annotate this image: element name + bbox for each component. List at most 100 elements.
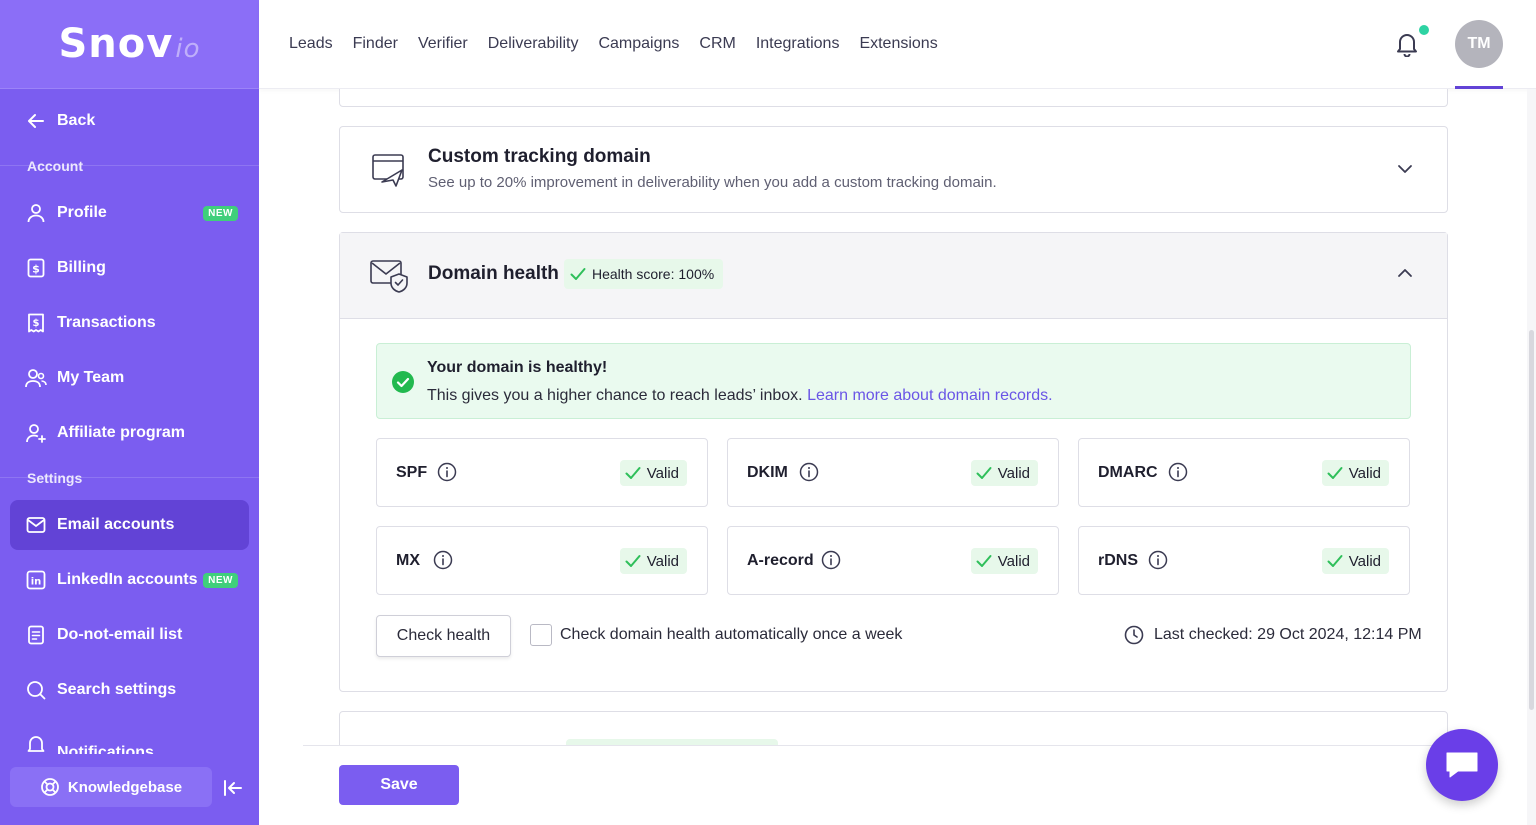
snov-logo[interactable]: Snovio: [59, 21, 201, 67]
record-name: rDNS: [1098, 552, 1139, 569]
notifications-bell-icon[interactable]: [1395, 31, 1419, 58]
check-circle-icon: [392, 371, 414, 393]
status-badge: Valid: [1321, 548, 1389, 574]
top-nav-links: Leads Finder Verifier Deliverability Cam…: [289, 35, 938, 53]
custom-tracking-domain-card[interactable]: Custom tracking domain See up to 20% imp…: [339, 126, 1448, 213]
info-icon[interactable]: [821, 550, 841, 570]
health-score-label: Health score: 100%: [592, 266, 715, 282]
nav-leads[interactable]: Leads: [289, 35, 333, 53]
next-card: [339, 711, 1448, 745]
learn-more-link[interactable]: Learn more about domain records.: [807, 387, 1052, 404]
nav-crm[interactable]: CRM: [699, 35, 735, 53]
info-icon[interactable]: [1148, 550, 1168, 570]
check-icon: [976, 466, 992, 480]
mail-icon: [25, 514, 47, 536]
knowledgebase-button[interactable]: Knowledgebase: [10, 767, 212, 807]
chevron-up-icon[interactable]: [1397, 265, 1413, 281]
sidebar: Snovio Back Account Profile NEW $ Billin…: [0, 0, 259, 825]
auto-check-label[interactable]: Check domain health automatically once a…: [560, 626, 902, 644]
nav-verifier[interactable]: Verifier: [418, 35, 468, 53]
sidebar-item-billing[interactable]: $ Billing: [10, 243, 249, 293]
save-button[interactable]: Save: [339, 765, 459, 805]
domain-health-header[interactable]: Domain health Health score: 100%: [340, 233, 1447, 319]
sidebar-item-label: Notifications: [57, 744, 154, 754]
check-icon: [976, 554, 992, 568]
record-a-record: A-record Valid: [727, 526, 1059, 595]
collapse-sidebar-button[interactable]: [221, 776, 245, 800]
sidebar-item-label: Billing: [57, 259, 106, 276]
list-icon: [25, 624, 47, 646]
nav-deliverability[interactable]: Deliverability: [488, 35, 579, 53]
sidebar-item-do-not-email-list[interactable]: Do-not-email list: [10, 610, 249, 660]
footer-divider: [303, 745, 1483, 746]
domain-health-title: Domain health: [428, 263, 559, 284]
healthy-description: This gives you a higher chance to reach …: [427, 387, 1053, 404]
chevron-down-icon[interactable]: [1397, 161, 1413, 177]
scrollbar-thumb[interactable]: [1529, 330, 1534, 710]
chat-button[interactable]: [1426, 729, 1498, 801]
record-name: A-record: [747, 552, 814, 569]
sidebar-item-notifications[interactable]: Notifications: [10, 720, 249, 754]
mail-shield-icon: [370, 258, 408, 296]
sidebar-item-label: Transactions: [57, 314, 156, 331]
info-icon[interactable]: [437, 462, 457, 482]
health-score-badge: Health score: 100%: [564, 259, 724, 289]
check-health-button[interactable]: Check health: [376, 615, 511, 657]
linkedin-icon: in: [25, 569, 47, 591]
status-badge: Valid: [619, 460, 687, 486]
record-spf: SPF Valid: [376, 438, 708, 507]
sidebar-item-my-team[interactable]: My Team: [10, 353, 249, 403]
info-icon[interactable]: [799, 462, 819, 482]
tracking-domain-icon: [370, 152, 408, 190]
sidebar-item-affiliate-program[interactable]: Affiliate program: [10, 408, 249, 458]
sidebar-item-search-settings[interactable]: Search settings: [10, 665, 249, 715]
user-icon: [25, 202, 47, 224]
record-name: MX: [396, 552, 420, 569]
record-rdns: rDNS Valid: [1078, 526, 1410, 595]
back-label: Back: [57, 112, 96, 129]
status-badge: Valid: [619, 548, 687, 574]
sidebar-item-email-accounts[interactable]: Email accounts: [10, 500, 249, 550]
nav-finder[interactable]: Finder: [353, 35, 398, 53]
collapse-icon: [224, 780, 242, 796]
receipt-icon: $: [25, 312, 47, 334]
nav-campaigns[interactable]: Campaigns: [598, 35, 679, 53]
logo-area: Snovio: [0, 0, 259, 89]
lifebuoy-icon: [40, 777, 60, 797]
sidebar-item-profile[interactable]: Profile NEW: [10, 188, 249, 238]
chat-icon: [1446, 752, 1478, 778]
sidebar-item-linkedin-accounts[interactable]: in LinkedIn accounts NEW: [10, 555, 249, 605]
status-badge: Valid: [970, 460, 1038, 486]
check-icon: [1327, 466, 1343, 480]
svg-text:$: $: [33, 318, 40, 329]
status-badge: Valid: [1321, 460, 1389, 486]
record-mx: MX Valid: [376, 526, 708, 595]
sidebar-item-label: Profile: [57, 204, 107, 221]
check-icon: [570, 267, 586, 281]
previous-card: [339, 89, 1448, 107]
domain-healthy-alert: Your domain is healthy! This gives you a…: [376, 343, 1411, 419]
info-icon[interactable]: [1168, 462, 1188, 482]
section-account-label: Account: [27, 158, 83, 174]
tracking-title: Custom tracking domain: [428, 146, 651, 167]
nav-extensions[interactable]: Extensions: [859, 35, 937, 53]
svg-text:in: in: [31, 577, 42, 588]
user-plus-icon: [25, 422, 47, 444]
sidebar-item-label: Search settings: [57, 681, 177, 698]
new-badge: NEW: [203, 205, 238, 221]
nav-integrations[interactable]: Integrations: [756, 35, 840, 53]
user-avatar[interactable]: TM: [1455, 20, 1503, 68]
back-link[interactable]: Back: [10, 96, 249, 146]
record-dkim: DKIM Valid: [727, 438, 1059, 507]
last-checked-text: Last checked: 29 Oct 2024, 12:14 PM: [1154, 626, 1422, 643]
sidebar-item-label: Email accounts: [57, 516, 175, 533]
clock-icon: [1124, 625, 1144, 645]
sidebar-item-label: Affiliate program: [57, 424, 186, 441]
check-icon: [1327, 554, 1343, 568]
record-name: DKIM: [747, 464, 788, 481]
auto-check-checkbox[interactable]: [530, 624, 552, 646]
info-icon[interactable]: [433, 550, 453, 570]
sidebar-item-transactions[interactable]: $ Transactions: [10, 298, 249, 348]
svg-text:$: $: [32, 263, 40, 276]
search-icon: [25, 679, 47, 701]
